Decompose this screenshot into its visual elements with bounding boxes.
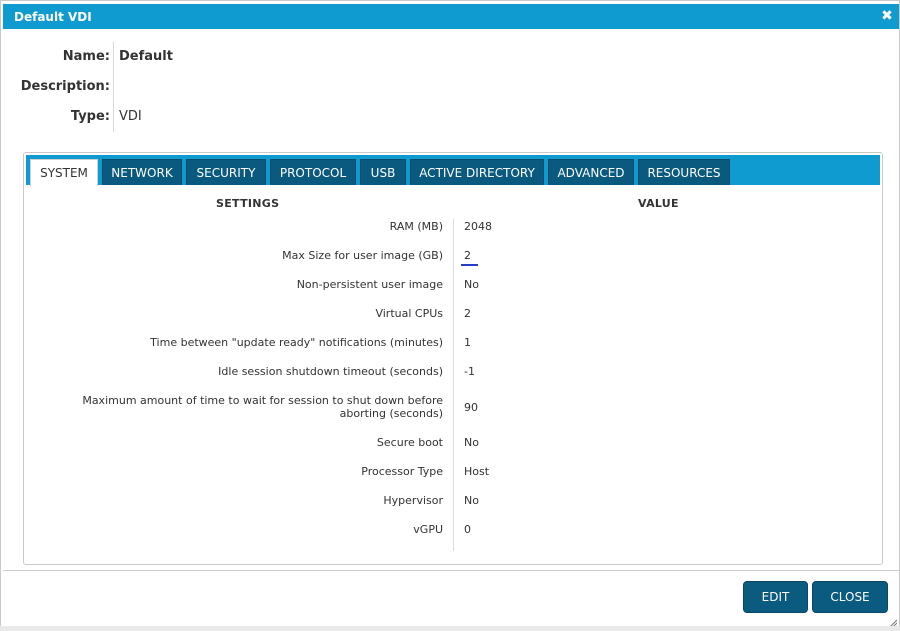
- info-divider: [113, 42, 114, 72]
- setting-label: Time between "update ready" notification…: [150, 336, 443, 349]
- setting-label: Non-persistent user image: [296, 278, 443, 291]
- info-divider: [113, 102, 114, 132]
- settings-panel: SYSTEM NETWORK SECURITY PROTOCOL USB ACT…: [23, 152, 883, 565]
- bottom-strip: [0, 626, 900, 631]
- column-divider: [453, 219, 454, 551]
- setting-label: Hypervisor: [383, 494, 443, 507]
- name-label: Name:: [62, 49, 110, 64]
- info-section: Name: Default Description: Type: VDI: [1, 42, 401, 132]
- tab-resources[interactable]: RESOURCES: [638, 159, 730, 185]
- setting-value: 2: [464, 249, 471, 262]
- setting-label: vGPU: [413, 523, 443, 536]
- tab-security[interactable]: SECURITY: [186, 159, 266, 185]
- info-row-name: Name: Default: [1, 42, 401, 72]
- footer-divider: [3, 570, 899, 571]
- close-icon[interactable]: ✖: [880, 8, 894, 24]
- type-label: Type:: [70, 109, 110, 124]
- description-label: Description:: [20, 79, 110, 94]
- setting-value: 1: [464, 336, 471, 349]
- settings-column-header: SETTINGS: [216, 197, 280, 210]
- setting-value: 90: [464, 401, 478, 414]
- tab-protocol[interactable]: PROTOCOL: [270, 159, 356, 185]
- setting-value: 0: [464, 523, 471, 536]
- value-underline: [461, 264, 478, 266]
- setting-value: 2048: [464, 220, 492, 233]
- setting-label: Maximum amount of time to wait for sessi…: [82, 394, 443, 420]
- setting-label: Max Size for user image (GB): [282, 249, 443, 262]
- setting-value: No: [464, 494, 479, 507]
- setting-value: No: [464, 436, 479, 449]
- value-column-header: VALUE: [638, 197, 679, 210]
- info-row-description: Description:: [1, 72, 401, 102]
- name-value: Default: [119, 49, 173, 64]
- setting-label: RAM (MB): [389, 220, 443, 233]
- title-bar[interactable]: Default VDI ✖: [3, 4, 899, 29]
- tab-network[interactable]: NETWORK: [102, 159, 182, 185]
- tab-active-directory[interactable]: ACTIVE DIRECTORY: [410, 159, 544, 185]
- close-button[interactable]: CLOSE: [812, 581, 888, 613]
- setting-value: No: [464, 278, 479, 291]
- tab-system[interactable]: SYSTEM: [30, 159, 98, 186]
- setting-value: Host: [464, 465, 490, 478]
- setting-value: 2: [464, 307, 471, 320]
- setting-label: Secure boot: [376, 436, 443, 449]
- setting-label: Virtual CPUs: [375, 307, 443, 320]
- type-value: VDI: [119, 109, 142, 124]
- tab-bar: SYSTEM NETWORK SECURITY PROTOCOL USB ACT…: [26, 155, 880, 186]
- info-row-type: Type: VDI: [1, 102, 401, 132]
- setting-value: -1: [464, 365, 475, 378]
- window-title: Default VDI: [14, 10, 92, 24]
- dialog-window: Default VDI ✖ Name: Default Description:…: [0, 0, 900, 631]
- tab-advanced[interactable]: ADVANCED: [548, 159, 634, 185]
- setting-label: Processor Type: [361, 465, 443, 478]
- setting-label: Idle session shutdown timeout (seconds): [218, 365, 443, 378]
- info-divider: [113, 72, 114, 102]
- edit-button[interactable]: EDIT: [743, 581, 808, 613]
- tab-usb[interactable]: USB: [360, 159, 406, 185]
